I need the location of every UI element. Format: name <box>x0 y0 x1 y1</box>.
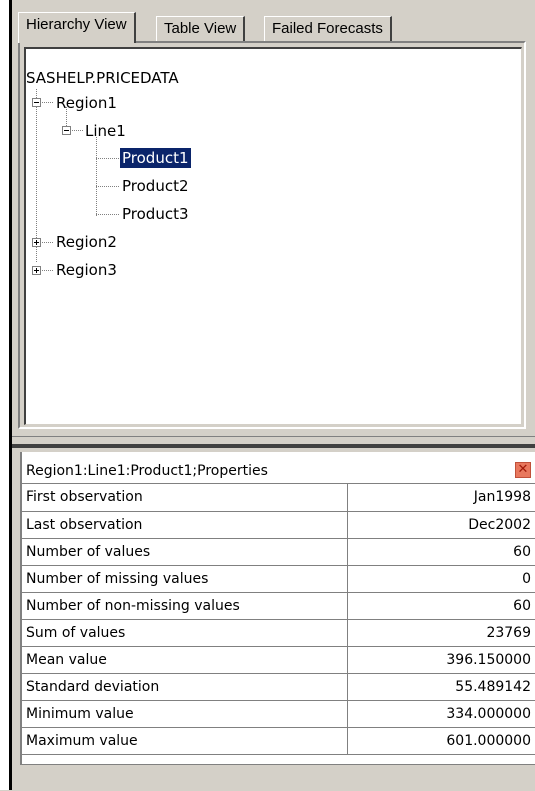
tree-node-product2[interactable]: Product2 <box>122 176 189 196</box>
property-name: Number of values <box>22 538 348 566</box>
tree-connector <box>42 270 54 271</box>
tree-connector <box>72 130 84 131</box>
tree-connector <box>96 186 120 187</box>
property-value: 396.150000 <box>347 646 535 674</box>
tab-failed-forecasts[interactable]: Failed Forecasts <box>264 16 392 42</box>
region1-collapse-icon[interactable] <box>32 98 41 107</box>
line1-collapse-icon[interactable] <box>62 126 71 135</box>
tree-node-product1[interactable]: Product1 <box>120 148 191 168</box>
tree-guide-root <box>36 89 37 263</box>
property-value: 60 <box>347 538 535 566</box>
property-value: 334.000000 <box>347 700 535 728</box>
table-row[interactable]: Number of missing values 0 <box>22 565 535 593</box>
property-name: Minimum value <box>22 700 348 728</box>
application-window: Hierarchy View Table View Failed Forecas… <box>0 0 535 791</box>
property-value: 60 <box>347 592 535 620</box>
tree-node-region3[interactable]: Region3 <box>56 260 117 280</box>
close-icon[interactable]: ✕ <box>515 462 531 478</box>
tree-node-line1[interactable]: Line1 <box>85 121 126 141</box>
tab-table-view[interactable]: Table View <box>156 16 246 42</box>
tree-connector <box>96 158 120 159</box>
tree-root-label[interactable]: SASHELP.PRICEDATA <box>26 69 179 87</box>
properties-panel: Region1:Line1:Product1;Properties ✕ Firs… <box>20 452 535 764</box>
property-name: Last observation <box>22 511 348 539</box>
tree-connector <box>96 214 120 215</box>
tree-guide-region1 <box>66 107 67 127</box>
properties-footer <box>20 764 535 791</box>
property-name: Number of missing values <box>22 565 348 593</box>
tree-connector <box>42 242 54 243</box>
tab-hierarchy-view[interactable]: Hierarchy View <box>18 12 136 43</box>
property-value: Dec2002 <box>347 511 535 539</box>
property-name: Number of non-missing values <box>22 592 348 620</box>
table-row[interactable]: First observation Jan1998 <box>22 484 535 512</box>
table-row[interactable]: Mean value 396.150000 <box>22 646 535 674</box>
table-row[interactable]: Standard deviation 55.489142 <box>22 673 535 701</box>
properties-title: Region1:Line1:Product1;Properties <box>26 463 268 479</box>
window-left-border-shadow <box>9 0 12 790</box>
table-row[interactable]: Number of non-missing values 60 <box>22 592 535 620</box>
property-value: 0 <box>347 565 535 593</box>
property-name: Sum of values <box>22 619 348 647</box>
tree-connector <box>42 102 54 103</box>
table-row[interactable]: Last observation Dec2002 <box>22 511 535 539</box>
property-value: 601.000000 <box>347 727 535 755</box>
property-value: 23769 <box>347 619 535 647</box>
view-tab-strip: Hierarchy View Table View Failed Forecas… <box>18 12 528 43</box>
properties-table: First observation Jan1998 Last observation… <box>22 484 535 755</box>
property-name: First observation <box>22 484 348 512</box>
hierarchy-tree[interactable]: SASHELP.PRICEDATA Region1 Line1 Product1… <box>24 47 522 425</box>
panel-splitter-shadow <box>12 444 535 448</box>
table-row[interactable]: Minimum value 334.000000 <box>22 700 535 728</box>
region3-expand-icon[interactable] <box>32 266 41 275</box>
window-left-border <box>0 0 9 790</box>
property-name: Standard deviation <box>22 673 348 701</box>
properties-title-bar: Region1:Line1:Product1;Properties ✕ <box>22 458 535 484</box>
property-value: 55.489142 <box>347 673 535 701</box>
region2-expand-icon[interactable] <box>32 238 41 247</box>
table-row[interactable]: Maximum value 601.000000 <box>22 727 535 755</box>
tree-guide-line1 <box>96 137 97 217</box>
tree-node-product3[interactable]: Product3 <box>122 204 189 224</box>
table-row[interactable]: Number of values 60 <box>22 538 535 566</box>
table-row[interactable]: Sum of values 23769 <box>22 619 535 647</box>
property-name: Maximum value <box>22 727 348 755</box>
tree-node-region2[interactable]: Region2 <box>56 232 117 252</box>
property-name: Mean value <box>22 646 348 674</box>
property-value: Jan1998 <box>347 484 535 512</box>
hierarchy-panel: SASHELP.PRICEDATA Region1 Line1 Product1… <box>18 41 526 429</box>
